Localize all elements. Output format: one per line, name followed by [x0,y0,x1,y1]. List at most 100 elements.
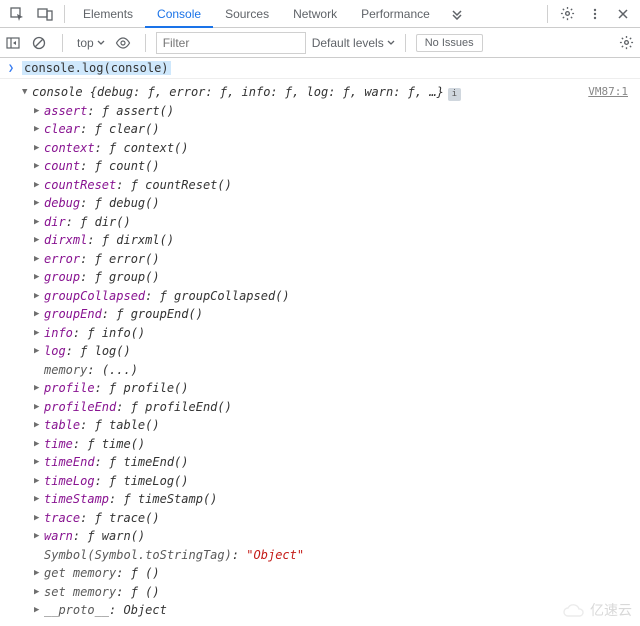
expand-toggle-icon[interactable] [34,250,44,268]
panel-tabs: ElementsConsoleSourcesNetworkPerformance [71,0,442,28]
property-row[interactable]: dirxml: ƒ dirxml() [0,231,640,250]
expand-toggle-icon[interactable] [34,102,44,120]
property-line: memory: (...) [44,361,138,380]
device-toggle-icon[interactable] [32,2,58,26]
context-selector[interactable]: top [73,36,109,50]
property-line: count: ƒ count() [44,157,160,176]
expand-toggle-icon[interactable] [34,324,44,342]
expand-toggle-icon[interactable] [34,416,44,434]
context-label: top [77,36,94,50]
property-row[interactable]: warn: ƒ warn() [0,527,640,546]
property-row[interactable]: set memory: ƒ () [0,583,640,602]
property-line: set memory: ƒ () [44,583,160,602]
property-row[interactable]: profile: ƒ profile() [0,379,640,398]
live-expression-icon[interactable] [115,37,135,49]
property-row[interactable]: table: ƒ table() [0,416,640,435]
close-icon[interactable] [610,2,636,26]
clear-console-icon[interactable] [32,36,52,50]
expand-toggle-icon[interactable] [34,342,44,360]
filter-input[interactable] [156,32,306,54]
info-icon[interactable]: i [448,88,461,101]
expand-toggle-icon[interactable] [34,157,44,175]
property-line: log: ƒ log() [44,342,131,361]
command-text[interactable]: console.log(console) [22,61,171,75]
property-row[interactable]: groupEnd: ƒ groupEnd() [0,305,640,324]
property-row[interactable]: trace: ƒ trace() [0,509,640,528]
issues-button[interactable]: No Issues [416,34,483,52]
property-row[interactable]: __proto__: Object [0,601,640,620]
property-row[interactable]: get memory: ƒ () [0,564,640,583]
chevron-down-icon [387,40,395,46]
property-row[interactable]: groupCollapsed: ƒ groupCollapsed() [0,287,640,306]
watermark-text: 亿速云 [590,600,632,620]
property-row[interactable]: profileEnd: ƒ profileEnd() [0,398,640,417]
property-row[interactable]: countReset: ƒ countReset() [0,176,640,195]
property-line: table: ƒ table() [44,416,160,435]
property-row[interactable]: context: ƒ context() [0,139,640,158]
source-reference[interactable]: VM87:1 [588,83,628,102]
tab-elements[interactable]: Elements [71,0,145,28]
more-tabs-icon[interactable] [444,2,470,26]
property-row[interactable]: timeStamp: ƒ timeStamp() [0,490,640,509]
tab-performance[interactable]: Performance [349,0,442,28]
console-input-row: ❯ console.log(console) [0,58,640,79]
expand-toggle-icon[interactable] [34,564,44,582]
property-line: groupCollapsed: ƒ groupCollapsed() [44,287,290,306]
expand-toggle-icon[interactable] [34,453,44,471]
property-row[interactable]: memory: (...) [0,361,640,380]
expand-toggle-icon[interactable] [34,509,44,527]
sidebar-toggle-icon[interactable] [6,37,26,49]
tab-sources[interactable]: Sources [213,0,281,28]
kebab-menu-icon[interactable] [582,2,608,26]
property-row[interactable]: clear: ƒ clear() [0,120,640,139]
expand-toggle-icon[interactable] [34,120,44,138]
expand-toggle-icon[interactable] [34,472,44,490]
expand-toggle-icon[interactable] [34,176,44,194]
property-line: groupEnd: ƒ groupEnd() [44,305,203,324]
property-row[interactable]: timeEnd: ƒ timeEnd() [0,453,640,472]
settings-icon[interactable] [554,2,580,26]
expand-toggle-icon[interactable] [34,194,44,212]
tab-network[interactable]: Network [281,0,349,28]
expand-toggle-icon[interactable] [34,268,44,286]
inspect-element-icon[interactable] [4,2,30,26]
property-row[interactable]: debug: ƒ debug() [0,194,640,213]
prompt-icon: ❯ [8,63,14,74]
property-row[interactable]: timeLog: ƒ timeLog() [0,472,640,491]
property-row[interactable]: Symbol(Symbol.toStringTag): "Object" [0,546,640,565]
chevron-down-icon [97,40,105,46]
expand-toggle-icon[interactable] [34,490,44,508]
property-row[interactable]: time: ƒ time() [0,435,640,454]
divider [62,34,63,52]
property-line: info: ƒ info() [44,324,145,343]
expand-toggle-icon[interactable] [34,139,44,157]
property-row[interactable]: count: ƒ count() [0,157,640,176]
property-line: assert: ƒ assert() [44,102,174,121]
expand-toggle-icon[interactable] [34,231,44,249]
expand-toggle-icon[interactable] [34,287,44,305]
tab-console[interactable]: Console [145,0,213,28]
property-row[interactable]: assert: ƒ assert() [0,102,640,121]
log-levels-selector[interactable]: Default levels [312,36,395,50]
expand-toggle-icon[interactable] [34,379,44,397]
expand-toggle-icon[interactable] [34,398,44,416]
object-summary: console {debug: ƒ, error: ƒ, info: ƒ, lo… [32,83,461,102]
property-row[interactable]: log: ƒ log() [0,342,640,361]
property-row[interactable]: group: ƒ group() [0,268,640,287]
divider [145,34,146,52]
property-line: Symbol(Symbol.toStringTag): "Object" [44,546,304,565]
levels-label: Default levels [312,36,384,50]
property-line: timeEnd: ƒ timeEnd() [44,453,189,472]
expand-toggle-icon[interactable] [34,601,44,619]
expand-toggle-icon[interactable] [34,305,44,323]
expand-toggle-icon[interactable] [34,527,44,545]
expand-toggle-icon[interactable] [34,213,44,231]
expand-toggle-icon[interactable] [22,83,32,101]
property-row[interactable]: dir: ƒ dir() [0,213,640,232]
expand-toggle-icon[interactable] [34,583,44,601]
console-settings-icon[interactable] [619,35,634,50]
property-row[interactable]: info: ƒ info() [0,324,640,343]
property-row[interactable]: error: ƒ error() [0,250,640,269]
object-summary-row[interactable]: console {debug: ƒ, error: ƒ, info: ƒ, lo… [0,83,640,102]
expand-toggle-icon[interactable] [34,435,44,453]
